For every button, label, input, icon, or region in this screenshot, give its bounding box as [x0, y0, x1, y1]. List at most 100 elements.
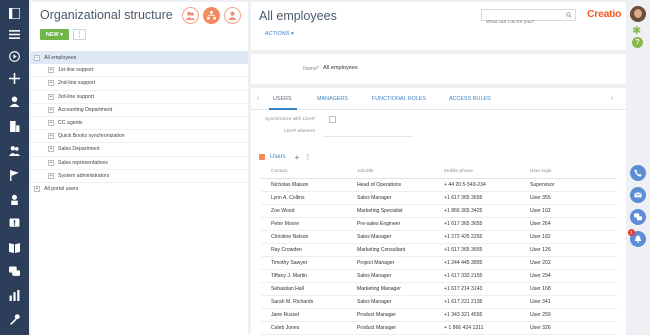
search-icon[interactable]	[566, 12, 572, 18]
tree-item-all-portal-users[interactable]: + All portal users	[31, 183, 248, 196]
tab-scroll-left-icon[interactable]: ‹	[257, 95, 259, 102]
tab-managers[interactable]: MANAGERS	[317, 96, 348, 102]
cell-user-login: User 355	[520, 191, 617, 205]
expand-toggle[interactable]: +	[48, 172, 54, 179]
cell-job-title: Project Manager	[347, 256, 434, 270]
group-icon[interactable]	[4, 141, 25, 159]
tab-functional-roles[interactable]: FUNCTIONAL ROLES	[372, 96, 426, 102]
layout-icon[interactable]	[4, 4, 25, 22]
cell-contact: Sebastian Hall	[261, 282, 347, 296]
users-menu-button[interactable]: ⋮	[304, 153, 311, 161]
alert-icon[interactable]	[4, 214, 25, 232]
book-icon[interactable]	[4, 238, 25, 256]
table-row[interactable]: Timothy Sawyer Project Manager +1 244 445 …	[261, 256, 617, 270]
ldap-element-field[interactable]	[323, 136, 413, 137]
gear-icon[interactable]: ✱	[632, 24, 641, 37]
tab-access-rules[interactable]: ACCESS RULES	[449, 96, 491, 102]
table-row[interactable]: Lynn A. Collins Sales Manager +1 617 365 3…	[261, 191, 617, 205]
play-icon[interactable]	[4, 47, 25, 65]
table-row[interactable]: Zoe Wood Marketing Specialist +1 866 365 3…	[261, 204, 617, 218]
table-row[interactable]: Nicholas Maison Head of Operations + 44 20…	[261, 178, 617, 192]
person-icon[interactable]	[4, 190, 25, 208]
actions-menu-button[interactable]: ACTIONS ▾	[265, 31, 294, 37]
users-view-button[interactable]	[182, 7, 199, 24]
collapse-section-icon[interactable]	[259, 154, 265, 160]
tree-item-system-administrators[interactable]: + System administrators	[31, 170, 248, 183]
email-button[interactable]	[630, 187, 646, 203]
cell-user-login: User 259	[520, 308, 617, 323]
table-row[interactable]: Peter Moore Pre-sales Engineer +1 617 365 …	[261, 217, 617, 231]
expand-toggle[interactable]: +	[48, 146, 54, 153]
expand-toggle[interactable]: +	[48, 133, 54, 140]
active-tab-indicator	[269, 108, 297, 110]
table-row[interactable]: Jane Russel Product Manager +1 343 321 455…	[261, 308, 617, 323]
tree-item-2nd-line-support[interactable]: +2nd-line support	[31, 77, 248, 91]
tab-scroll-right-icon[interactable]: ›	[611, 95, 613, 102]
expand-toggle[interactable]: +	[48, 159, 54, 166]
users-table: Contact Job title Mobile phone User logi…	[261, 166, 617, 335]
notifications-button[interactable]: 1	[628, 229, 646, 247]
help-icon[interactable]: ?	[632, 37, 643, 48]
required-marker: *	[316, 66, 319, 72]
chat-icon[interactable]	[4, 262, 25, 280]
table-row[interactable]: Ray Crowden Marketing Consultant +1 617 36…	[261, 243, 617, 257]
expand-toggle[interactable]: +	[48, 80, 54, 87]
roles-view-button[interactable]	[224, 7, 241, 24]
tab-users[interactable]: USERS	[273, 96, 292, 102]
cell-user-login: User 264	[520, 217, 617, 231]
tree-item-all-employees[interactable]: − All employees	[31, 51, 248, 65]
column-header-job-title[interactable]: Job title	[347, 166, 434, 179]
avatar[interactable]	[630, 6, 646, 22]
expand-toggle[interactable]: +	[34, 186, 40, 193]
add-icon[interactable]	[4, 69, 25, 87]
contact-icon[interactable]	[4, 92, 25, 110]
table-row[interactable]: Sebastian Hall Marketing Manager +1 617 21…	[261, 282, 617, 296]
tree-item-accounting[interactable]: + Accounting Department	[31, 104, 248, 117]
more-actions-button[interactable]: ⋮	[73, 29, 86, 40]
table-row[interactable]: Caleb Jones Product Manager + 1 866 424 13…	[261, 321, 617, 335]
app-window: Organizational structure NEW ▾ ⋮ − All em…	[0, 0, 650, 335]
cell-contact: Zoe Wood	[261, 204, 347, 218]
tree-item-label: Sales Department	[58, 146, 100, 153]
new-button[interactable]: NEW ▾	[40, 29, 69, 40]
tree-item-sales-department[interactable]: + Sales Department	[31, 143, 248, 157]
users-section-title[interactable]: Users	[270, 154, 286, 160]
column-header-user-login[interactable]: User login	[520, 166, 617, 179]
tree-item-sales-representatives[interactable]: + Sales representatives	[31, 157, 248, 170]
menu-icon[interactable]	[4, 25, 25, 43]
tree-item-cc-agents[interactable]: + CC agents	[31, 117, 248, 131]
tree-item-quickbooks[interactable]: + Quick Books synchronization	[31, 130, 248, 144]
chart-icon[interactable]	[4, 286, 25, 304]
phone-button[interactable]	[630, 165, 646, 181]
cell-user-login: User 341	[520, 295, 617, 309]
cell-job-title: Sales Manager	[347, 230, 434, 244]
table-row[interactable]: Sarah M. Richards Sales Manager +1 617 221…	[261, 295, 617, 309]
name-field[interactable]: All employees	[323, 65, 358, 71]
cell-user-login: User 294	[520, 269, 617, 283]
cell-job-title: Sales Manager	[347, 295, 434, 309]
expand-toggle[interactable]: +	[48, 67, 54, 74]
tree-item-3rd-line-support[interactable]: +3rd-line support	[31, 91, 248, 104]
column-header-contact[interactable]: Contact	[261, 166, 347, 179]
expand-toggle[interactable]: +	[48, 120, 54, 127]
expand-toggle[interactable]: +	[48, 93, 54, 100]
org-chart-view-button[interactable]	[203, 7, 220, 24]
cell-user-login: User 102	[520, 204, 617, 218]
account-icon[interactable]	[4, 117, 25, 135]
ldap-sync-checkbox[interactable]	[329, 116, 336, 123]
table-row[interactable]: Tiffany J. Martin Sales Manager +1 617 333…	[261, 269, 617, 283]
search-input[interactable]	[482, 17, 562, 28]
table-row[interactable]: Christine Nelson Sales Manager +1 272 425 …	[261, 230, 617, 244]
tree-item-1st-line-support[interactable]: +1st-line support	[31, 64, 248, 78]
tools-icon[interactable]	[4, 310, 25, 328]
flag-icon[interactable]	[4, 166, 25, 184]
tree-item-label: 3rd-line support	[58, 93, 95, 100]
column-header-mobile-phone[interactable]: Mobile phone	[434, 166, 520, 179]
add-user-button[interactable]: +	[295, 153, 300, 162]
collapse-toggle[interactable]: −	[34, 54, 40, 61]
cell-job-title: Marketing Specialist	[347, 204, 434, 218]
person-role-icon	[228, 11, 237, 20]
expand-toggle[interactable]: +	[48, 106, 54, 113]
chat-button[interactable]	[630, 209, 646, 225]
command-search[interactable]	[481, 9, 576, 28]
